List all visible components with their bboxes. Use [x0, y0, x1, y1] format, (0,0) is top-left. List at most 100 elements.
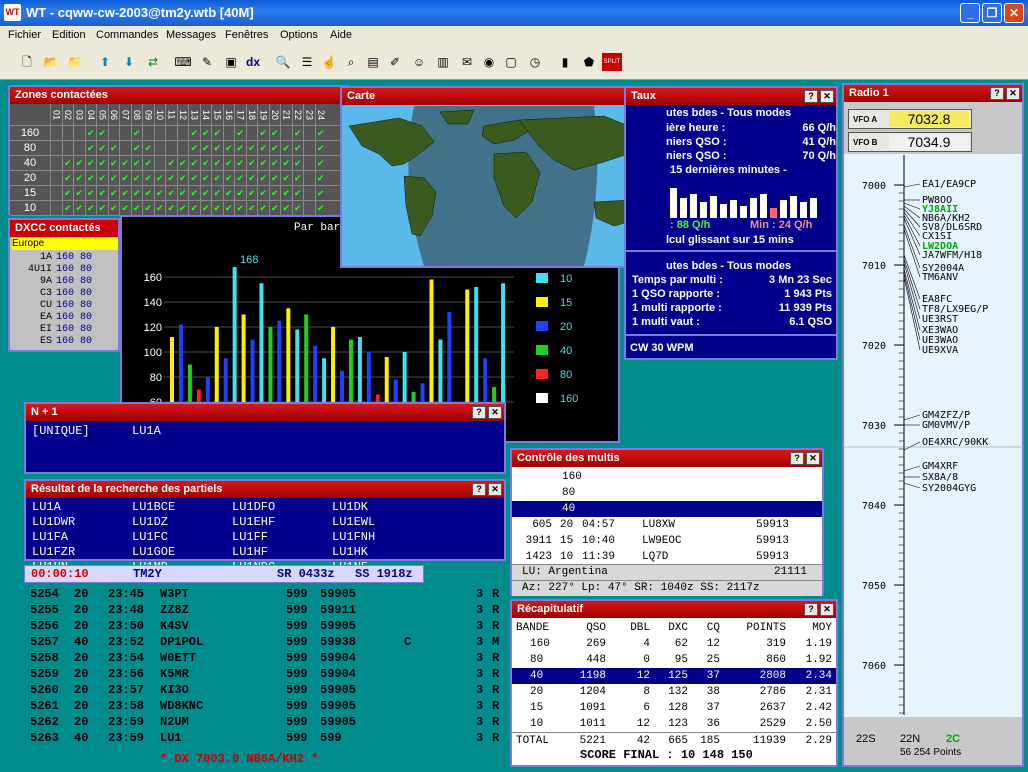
dxcc-row[interactable]: ES 160 80	[12, 336, 118, 348]
nplus1-call[interactable]: LU1A	[132, 424, 161, 438]
band-map-spot[interactable]: UE9XVA	[922, 345, 958, 356]
partial-call[interactable]: LU1DZ	[132, 515, 232, 530]
partial-call[interactable]: LU1A	[32, 500, 132, 515]
note-icon[interactable]: ✎	[198, 53, 216, 71]
vfo-a[interactable]: VFO A 7032.8	[848, 109, 972, 129]
recap-row[interactable]: 10 1011 12 123 36 2529 2.50	[512, 716, 836, 732]
book-icon[interactable]: ▮	[556, 53, 574, 71]
user-icon[interactable]: ☺	[410, 53, 428, 71]
partial-call[interactable]: LU1FF	[232, 530, 332, 545]
menu-aide[interactable]: Aide	[330, 29, 352, 41]
arrow-down-icon[interactable]: ⬇	[120, 53, 138, 71]
recap-row[interactable]: 20 1204 8 132 38 2786 2.31	[512, 684, 836, 700]
partial-call[interactable]: LU1FZR	[32, 545, 132, 560]
dxcc-row[interactable]: 9A 160 80	[12, 276, 118, 288]
mail-icon[interactable]: ✉	[458, 53, 476, 71]
multi-row[interactable]: 605 20 04:57 LU8XW 59913	[512, 517, 822, 533]
open-folder-icon[interactable]: 📂	[42, 53, 60, 71]
new-file-icon[interactable]: 🗋	[18, 53, 36, 71]
close-button[interactable]: ✕	[1004, 3, 1024, 23]
table-row[interactable]: 5258 20 23:54 W0ETT 599 59904 3 R	[30, 650, 510, 666]
table-row[interactable]: 5257 40 23:52 DP1POL 599 59938 C 3 M	[30, 634, 510, 650]
multi-band-row[interactable]: 40	[512, 501, 822, 517]
multi-band-row[interactable]: 160	[512, 469, 822, 485]
window-icon[interactable]: ▣	[222, 53, 240, 71]
recap-row[interactable]: 160 269 4 62 12 319 1.19	[512, 636, 836, 652]
table-row[interactable]: 5256 20 23:50 K4SV 599 59905 3 R	[30, 618, 510, 634]
partial-call[interactable]: LU1FA	[32, 530, 132, 545]
maximize-button[interactable]: ❐	[982, 3, 1002, 23]
keyboard-icon[interactable]: ⌨	[174, 53, 192, 71]
band-map-spot[interactable]: JA7WFM/H18	[922, 250, 982, 261]
dxcc-row[interactable]: EA 160 80	[12, 312, 118, 324]
menu-fichier[interactable]: Fichier	[8, 29, 41, 41]
minimize-button[interactable]: _	[960, 3, 980, 23]
dxcc-row[interactable]: 4U1I 160 80	[12, 264, 118, 276]
partial-call[interactable]: LU1FC	[132, 530, 232, 545]
band-map-spot[interactable]: UE3RST	[922, 314, 958, 325]
band-map-spot[interactable]: GM0VMV/P	[922, 420, 970, 431]
partial-call[interactable]: LU1GOE	[132, 545, 232, 560]
multi-row[interactable]: 3911 15 10:40 LW9EOC 59913	[512, 533, 822, 549]
table-row[interactable]: 5254 20 23:45 W3PT 599 59905 3 R	[30, 586, 510, 602]
arrow-up-icon[interactable]: ⬆	[96, 53, 114, 71]
menu-messages[interactable]: Messages	[166, 29, 216, 41]
edit-icon[interactable]: ✐	[386, 53, 404, 71]
partial-call[interactable]: LU1BCE	[132, 500, 232, 515]
find-icon[interactable]: ⌕	[342, 53, 360, 71]
vfo-b[interactable]: VFO B 7034.9	[848, 132, 972, 152]
help-icon[interactable]: ?	[990, 87, 1004, 100]
dxcc-row[interactable]: C3 160 80	[12, 288, 118, 300]
dxcc-row[interactable]: EI 160 80	[12, 324, 118, 336]
monitor-icon[interactable]: ▤	[364, 53, 382, 71]
table-row[interactable]: 5260 20 23:57 KI3O 599 59905 3 R	[30, 682, 510, 698]
vfo-a-frequency[interactable]: 7032.8	[889, 111, 969, 127]
partial-call[interactable]: LU1DWR	[32, 515, 132, 530]
close-icon[interactable]: ✕	[820, 90, 834, 103]
help-icon[interactable]: ?	[804, 603, 818, 616]
list-icon[interactable]: ☰	[298, 53, 316, 71]
display-icon[interactable]: ▢	[502, 53, 520, 71]
table-row[interactable]: 5261 20 23:58 WD8KNC 599 59905 3 R	[30, 698, 510, 714]
multi-band-row[interactable]: 80	[512, 485, 822, 501]
menu-commandes[interactable]: Commandes	[96, 29, 158, 41]
search-icon[interactable]: 🔍	[274, 53, 292, 71]
band-map-spot[interactable]: SY2004GYG	[922, 483, 976, 494]
partial-call[interactable]: LU1HF	[232, 545, 332, 560]
hand-icon[interactable]: ☝	[320, 53, 338, 71]
band-map-spot[interactable]: TM6ANV	[922, 272, 958, 283]
help-icon[interactable]: ?	[472, 406, 486, 419]
menu-edition[interactable]: Edition	[52, 29, 86, 41]
shield-icon[interactable]: ⬟	[580, 53, 598, 71]
close-icon[interactable]: ✕	[488, 406, 502, 419]
help-icon[interactable]: ?	[472, 483, 486, 496]
band-map-spot[interactable]: OE4XRC/90KK	[922, 437, 988, 448]
band-map-spot[interactable]: GM4XRF	[922, 461, 958, 472]
multi-row[interactable]: 1423 10 11:39 LQ7D 59913	[512, 549, 822, 565]
menu-fenetres[interactable]: Fenêtres	[225, 29, 268, 41]
transfer-icon[interactable]: ⇄	[144, 53, 162, 71]
split-icon[interactable]: SPLIT	[602, 53, 622, 71]
table-row[interactable]: 5263 40 23:59 LU1 599 599 3 R	[30, 730, 510, 746]
close-icon[interactable]: ✕	[806, 452, 820, 465]
folder-icon[interactable]: 📁	[66, 53, 84, 71]
partial-call[interactable]: LU1EWL	[332, 515, 432, 530]
dx-icon[interactable]: dx	[244, 53, 262, 71]
vfo-b-frequency[interactable]: 7034.9	[889, 134, 969, 150]
recap-row[interactable]: 40 1198 12 125 37 2808 2.34	[512, 668, 836, 684]
close-icon[interactable]: ✕	[488, 483, 502, 496]
chart-icon[interactable]: ▥	[434, 53, 452, 71]
help-icon[interactable]: ?	[804, 90, 818, 103]
menu-options[interactable]: Options	[280, 29, 318, 41]
band-map-spot[interactable]: SX8A/8	[922, 472, 958, 483]
recap-row[interactable]: 15 1091 6 128 37 2637 2.42	[512, 700, 836, 716]
globe-icon[interactable]: ◉	[480, 53, 498, 71]
dxcc-row[interactable]: CU 160 80	[12, 300, 118, 312]
partial-call[interactable]: LU1HK	[332, 545, 432, 560]
band-map-spot[interactable]: EA1/EA9CP	[922, 179, 976, 190]
clock-icon[interactable]: ◷	[526, 53, 544, 71]
table-row[interactable]: 5262 20 23:59 N2UM 599 59905 3 R	[30, 714, 510, 730]
table-row[interactable]: 5259 20 23:56 K5MR 599 59904 3 R	[30, 666, 510, 682]
partial-call[interactable]: LU1DFO	[232, 500, 332, 515]
close-icon[interactable]: ✕	[1006, 87, 1020, 100]
